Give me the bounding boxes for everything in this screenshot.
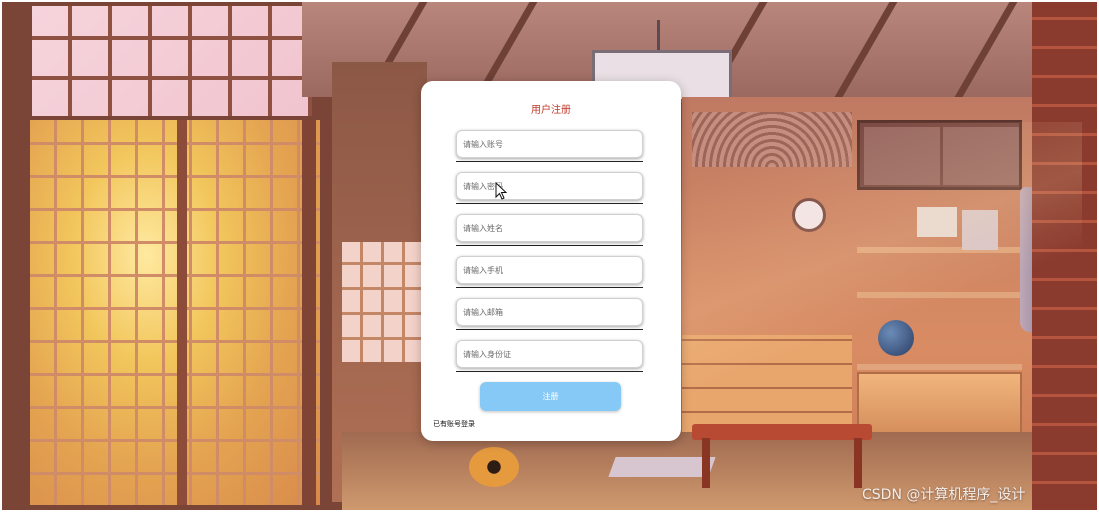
- name-field-wrap: [454, 214, 646, 248]
- email-input[interactable]: [456, 298, 643, 326]
- mouse-pointer-icon: [495, 182, 508, 200]
- drawer-chest: [682, 335, 852, 435]
- wall-shelf: [857, 292, 1022, 298]
- id-card-input[interactable]: [456, 340, 643, 368]
- phone-input[interactable]: [456, 256, 643, 284]
- floor-cushion: [608, 457, 716, 477]
- phone-field-wrap: [454, 256, 646, 290]
- transom-window: [32, 6, 312, 116]
- password-field-wrap: [454, 172, 646, 206]
- lamp-cord: [657, 20, 660, 52]
- ceiling-beam: [954, 2, 1018, 97]
- guitar: [469, 447, 519, 487]
- id-card-field-wrap: [454, 340, 646, 374]
- window-post: [302, 120, 316, 505]
- table-leg: [854, 438, 862, 488]
- right-pillar: [1032, 2, 1097, 510]
- password-input[interactable]: [456, 172, 643, 200]
- cabinet-door: [864, 127, 940, 185]
- login-link[interactable]: 已有账号登录: [433, 419, 475, 429]
- watermark: CSDN @计算机程序_设计: [862, 487, 1026, 503]
- globe: [878, 320, 914, 356]
- account-input[interactable]: [456, 130, 643, 158]
- shoji-screen: [342, 242, 427, 362]
- sliding-window: [30, 120, 320, 505]
- field-underline: [456, 371, 643, 372]
- ceiling-beam: [834, 2, 898, 97]
- field-underline: [456, 329, 643, 330]
- window-post: [177, 120, 187, 505]
- table-leg: [702, 438, 710, 488]
- wall-clock: [792, 198, 826, 232]
- account-field-wrap: [454, 130, 646, 164]
- field-underline: [456, 161, 643, 162]
- register-title: 用户注册: [531, 105, 571, 116]
- poster: [962, 210, 998, 250]
- field-underline: [456, 245, 643, 246]
- register-card: 用户注册 注册 已有账号登录: [421, 81, 681, 441]
- register-button[interactable]: 注册: [480, 382, 621, 411]
- field-underline: [456, 203, 643, 204]
- email-field-wrap: [454, 298, 646, 332]
- low-table: [692, 424, 872, 440]
- wall-shelf: [857, 364, 1022, 370]
- name-input[interactable]: [456, 214, 643, 242]
- wave-pattern-panel: [692, 112, 852, 167]
- record-frame: [917, 207, 957, 237]
- field-underline: [456, 287, 643, 288]
- wall-cabinet: [857, 120, 1022, 190]
- cabinet-door: [943, 127, 1019, 185]
